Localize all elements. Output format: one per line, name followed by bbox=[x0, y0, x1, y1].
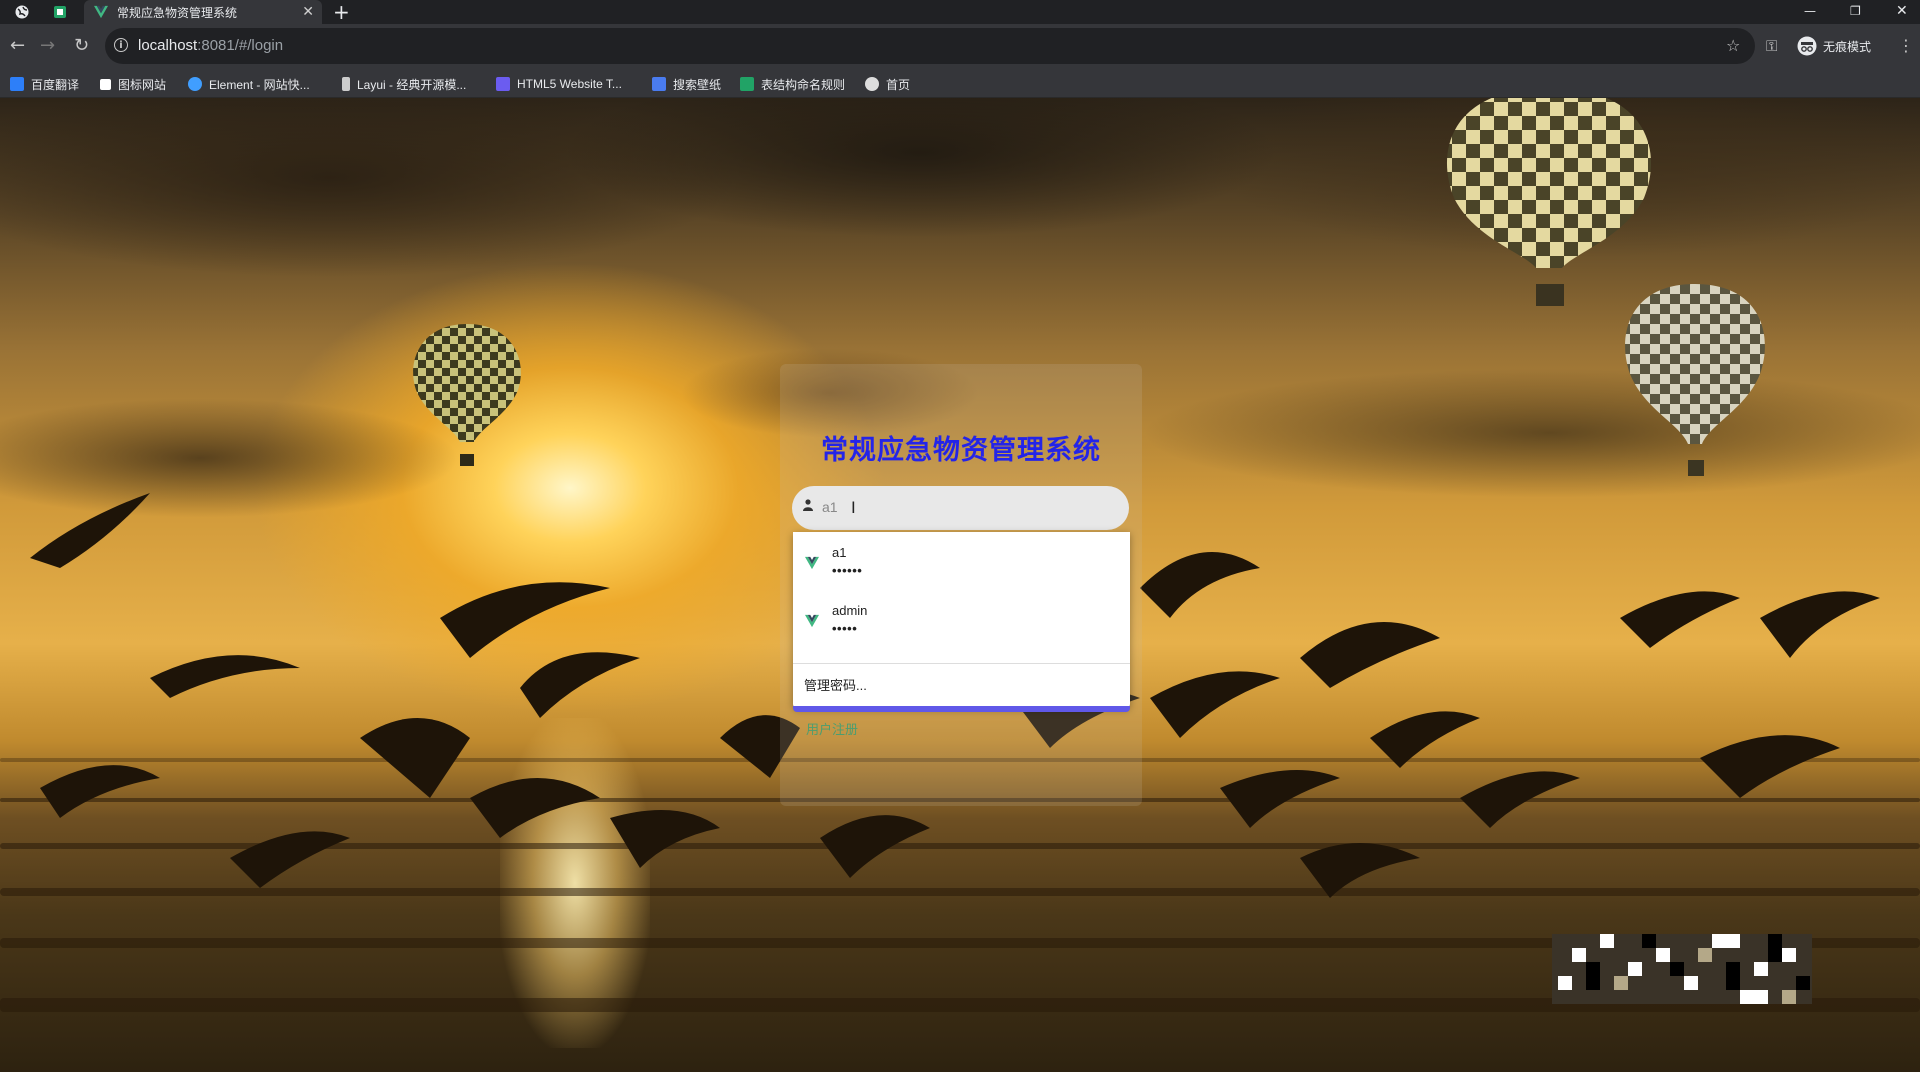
bookmark-item[interactable]: 搜索壁纸 bbox=[652, 75, 721, 93]
minimize-icon[interactable]: — bbox=[1804, 0, 1816, 24]
url-path: :8081/#/login bbox=[197, 37, 284, 54]
bookmark-item[interactable]: HTML5 Website T... bbox=[496, 75, 622, 93]
address-bar[interactable] bbox=[105, 28, 1755, 64]
autofill-password-mask: •••••• bbox=[832, 563, 863, 578]
obscured-watermark bbox=[1552, 934, 1812, 1004]
flag-icon bbox=[100, 78, 111, 90]
register-link[interactable]: 用户注册 bbox=[806, 719, 858, 738]
login-button[interactable] bbox=[793, 706, 1130, 712]
user-icon bbox=[803, 499, 813, 511]
autofill-entry[interactable]: admin ••••• bbox=[793, 590, 1130, 648]
layui-icon bbox=[342, 77, 350, 91]
bookmark-item[interactable]: 首页 bbox=[865, 75, 910, 93]
tab-title: 常规应急物资管理系统 bbox=[117, 5, 238, 20]
bookmark-label: 图标网站 bbox=[118, 77, 167, 92]
bookmark-label: 百度翻译 bbox=[31, 77, 80, 92]
incognito-icon[interactable] bbox=[1797, 36, 1817, 56]
vue-logo-icon bbox=[805, 556, 819, 570]
wallpaper-icon bbox=[652, 77, 666, 91]
globe-icon[interactable] bbox=[14, 4, 30, 20]
element-icon bbox=[188, 77, 202, 91]
vue-logo-icon bbox=[805, 614, 819, 628]
baidu-translate-icon bbox=[10, 77, 24, 91]
autofill-username: a1 bbox=[832, 545, 847, 560]
sheet-icon bbox=[740, 77, 754, 91]
text-cursor-icon: I bbox=[851, 498, 856, 517]
bookmark-item[interactable]: Layui - 经典开源模... bbox=[342, 75, 466, 93]
bookmark-star-icon[interactable]: ☆ bbox=[1726, 36, 1740, 56]
info-icon[interactable]: i bbox=[114, 38, 128, 52]
bookmark-label: HTML5 Website T... bbox=[517, 77, 622, 91]
close-tab-icon[interactable]: ✕ bbox=[302, 4, 314, 20]
manage-passwords-link[interactable]: 管理密码... bbox=[804, 675, 867, 694]
autofill-password-mask: ••••• bbox=[832, 621, 858, 636]
html5-template-icon bbox=[496, 77, 510, 91]
page-title: 常规应急物资管理系统 bbox=[821, 435, 1101, 466]
sheet-icon[interactable] bbox=[52, 4, 68, 20]
bookmark-label: Layui - 经典开源模... bbox=[357, 77, 467, 92]
globe-icon bbox=[865, 77, 879, 91]
username-input[interactable] bbox=[792, 486, 1129, 530]
bookmark-item[interactable]: Element - 网站快... bbox=[188, 75, 310, 93]
restore-icon[interactable]: ❐ bbox=[1850, 0, 1861, 24]
bookmark-item[interactable]: 图标网站 bbox=[100, 75, 166, 93]
reload-icon[interactable]: ↻ bbox=[74, 36, 89, 56]
vue-logo-icon bbox=[94, 5, 108, 19]
url-text[interactable]: localhost:8081/#/login bbox=[138, 36, 283, 56]
new-tab-button[interactable]: + bbox=[333, 0, 350, 24]
divider bbox=[793, 663, 1130, 664]
bookmark-label: 表结构命名规则 bbox=[761, 77, 846, 92]
forward-icon[interactable]: → bbox=[40, 36, 55, 56]
autofill-username: admin bbox=[832, 603, 868, 618]
username-value[interactable]: a1 bbox=[822, 497, 838, 517]
tab-active[interactable]: 常规应急物资管理系统 ✕ bbox=[84, 0, 322, 24]
tab-strip: 常规应急物资管理系统 ✕ + — ❐ ✕ bbox=[0, 0, 1920, 24]
url-host: localhost bbox=[138, 37, 198, 54]
autofill-entry[interactable]: a1 •••••• bbox=[793, 532, 1130, 590]
bookmark-label: Element - 网站快... bbox=[209, 77, 310, 92]
bookmark-label: 首页 bbox=[886, 77, 911, 92]
menu-icon[interactable]: ⋮ bbox=[1898, 36, 1914, 56]
bookmark-item[interactable]: 表结构命名规则 bbox=[740, 75, 845, 93]
bookmark-label: 搜索壁纸 bbox=[673, 77, 722, 92]
key-icon[interactable]: ⚿ bbox=[1766, 36, 1777, 56]
bookmark-item[interactable]: 百度翻译 bbox=[10, 75, 79, 93]
close-window-icon[interactable]: ✕ bbox=[1896, 0, 1908, 24]
back-icon[interactable]: ← bbox=[10, 36, 25, 56]
incognito-label: 无痕模式 bbox=[1823, 40, 1872, 54]
autofill-dropdown: a1 •••••• admin ••••• 管理密码... bbox=[793, 532, 1130, 708]
